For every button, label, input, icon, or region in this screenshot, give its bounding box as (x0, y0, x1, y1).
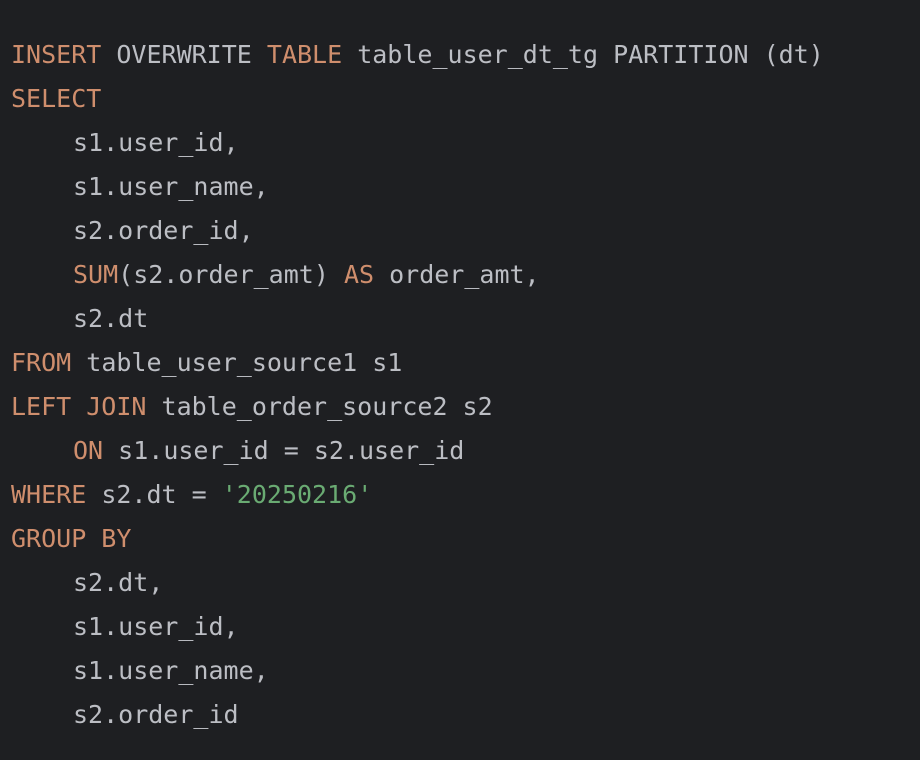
code-line[interactable]: s1.user_name, (0, 165, 920, 209)
code-line[interactable]: s2.order_id (0, 693, 920, 737)
code-text: s1.user_id, (73, 128, 239, 157)
code-text: table_user_dt_tg PARTITION (dt) (342, 40, 824, 69)
code-editor[interactable]: INSERT OVERWRITE TABLE table_user_dt_tg … (0, 0, 920, 760)
sql-keyword: WHERE (11, 480, 87, 509)
code-text: s2.dt, (73, 568, 164, 597)
code-text: (s2.order_amt) (118, 260, 344, 289)
sql-keyword: ON (73, 436, 104, 465)
code-line[interactable]: LEFT JOIN table_order_source2 s2 (0, 385, 920, 429)
code-line[interactable]: s2.dt (0, 297, 920, 341)
sql-keyword: FROM (11, 348, 72, 377)
code-text: s1.user_id = s2.user_id (103, 436, 465, 465)
code-text: order_amt, (374, 260, 540, 289)
code-line[interactable]: WHERE s2.dt = '20250216' (0, 473, 920, 517)
sql-keyword: AS (343, 260, 375, 289)
code-text: s1.user_name, (73, 656, 269, 685)
code-line[interactable]: s1.user_id, (0, 605, 920, 649)
code-line[interactable]: ON s1.user_id = s2.user_id (0, 429, 920, 473)
code-text: s1.user_id, (73, 612, 239, 641)
code-line[interactable]: INSERT OVERWRITE TABLE table_user_dt_tg … (0, 33, 920, 77)
sql-keyword: INSERT (11, 40, 102, 69)
code-line[interactable]: s2.order_id, (0, 209, 920, 253)
code-text: s2.dt = (86, 480, 222, 509)
code-line[interactable]: SELECT (0, 77, 920, 121)
code-text: table_user_source1 s1 (71, 348, 403, 377)
code-text: s2.dt (73, 304, 149, 333)
sql-code-block[interactable]: INSERT OVERWRITE TABLE table_user_dt_tg … (0, 33, 920, 737)
sql-keyword: TABLE (266, 40, 343, 69)
string-literal: '20250216' (221, 480, 373, 509)
code-line[interactable]: FROM table_user_source1 s1 (0, 341, 920, 385)
code-line[interactable]: s1.user_name, (0, 649, 920, 693)
code-text: s2.order_id, (73, 216, 254, 245)
code-text: table_order_source2 s2 (146, 392, 493, 421)
code-line[interactable]: s1.user_id, (0, 121, 920, 165)
code-line[interactable]: s2.dt, (0, 561, 920, 605)
sql-keyword: SELECT (11, 84, 102, 113)
sql-keyword: GROUP BY (11, 524, 132, 553)
code-text: s1.user_name, (73, 172, 269, 201)
sql-keyword: LEFT JOIN (11, 392, 147, 421)
code-line[interactable]: SUM(s2.order_amt) AS order_amt, (0, 253, 920, 297)
code-text: s2.order_id (73, 700, 239, 729)
sql-keyword: SUM (73, 260, 119, 289)
code-text: OVERWRITE (101, 40, 267, 69)
code-line[interactable]: GROUP BY (0, 517, 920, 561)
